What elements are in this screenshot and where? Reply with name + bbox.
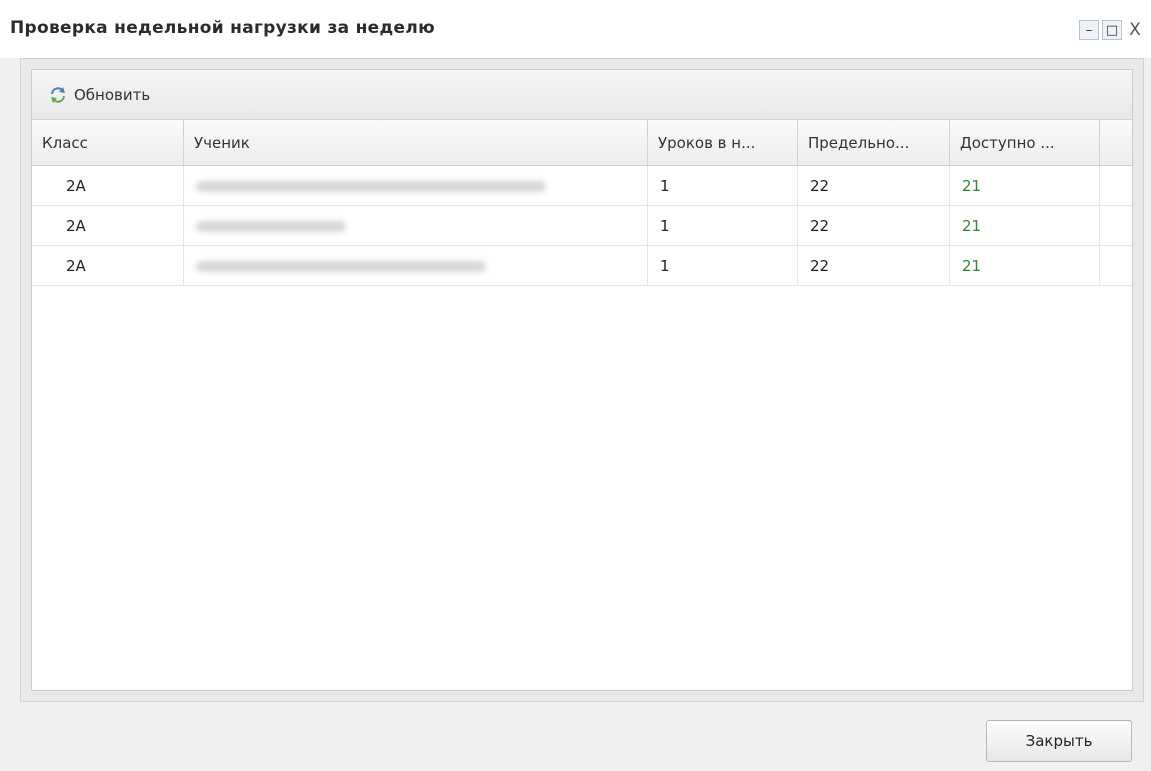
cell-available: 21 [950, 206, 1100, 246]
refresh-label: Обновить [74, 86, 151, 104]
redacted-student-name [196, 260, 486, 272]
cell-limit: 22 [798, 246, 950, 286]
column-header-available[interactable]: Доступно ... [950, 120, 1100, 166]
maximize-icon[interactable]: □ [1102, 20, 1122, 40]
dialog-window: Проверка недельной нагрузки за неделю – … [0, 0, 1151, 771]
close-button[interactable]: Закрыть [986, 720, 1132, 762]
cell-lessons: 1 [648, 246, 798, 286]
cell-class: 2А [32, 246, 184, 286]
grid-panel: Обновить Класс Ученик Уроков в н... Пред… [31, 69, 1133, 691]
cell-available: 21 [950, 166, 1100, 206]
toolbar: Обновить [32, 70, 1132, 120]
cell-class: 2А [32, 206, 184, 246]
close-icon[interactable]: X [1125, 20, 1145, 40]
cell-lessons: 1 [648, 206, 798, 246]
cell-lessons: 1 [648, 166, 798, 206]
window-controls: – □ X [1079, 20, 1145, 40]
title-bar[interactable]: Проверка недельной нагрузки за неделю – … [0, 0, 1151, 58]
redacted-student-name [196, 180, 546, 192]
cell-class: 2А [32, 166, 184, 206]
cell-limit: 22 [798, 206, 950, 246]
column-header-class[interactable]: Класс [32, 120, 184, 166]
content-panel: Обновить Класс Ученик Уроков в н... Пред… [20, 58, 1144, 702]
column-header-student[interactable]: Ученик [184, 120, 648, 166]
cell-limit: 22 [798, 166, 950, 206]
redacted-student-name [196, 220, 346, 232]
window-title: Проверка недельной нагрузки за неделю [10, 18, 435, 38]
refresh-button[interactable]: Обновить [42, 82, 156, 108]
column-header-lessons[interactable]: Уроков в н... [648, 120, 798, 166]
cell-student [184, 166, 648, 206]
table-row[interactable]: 2А 1 22 21 [32, 246, 1132, 286]
refresh-icon [51, 87, 65, 103]
column-header-limit[interactable]: Предельно... [798, 120, 950, 166]
table-row[interactable]: 2А 1 22 21 [32, 166, 1132, 206]
cell-student [184, 246, 648, 286]
minimize-icon[interactable]: – [1079, 20, 1099, 40]
grid-header: Класс Ученик Уроков в н... Предельно... … [32, 120, 1132, 166]
cell-student [184, 206, 648, 246]
table-row[interactable]: 2А 1 22 21 [32, 206, 1132, 246]
cell-available: 21 [950, 246, 1100, 286]
